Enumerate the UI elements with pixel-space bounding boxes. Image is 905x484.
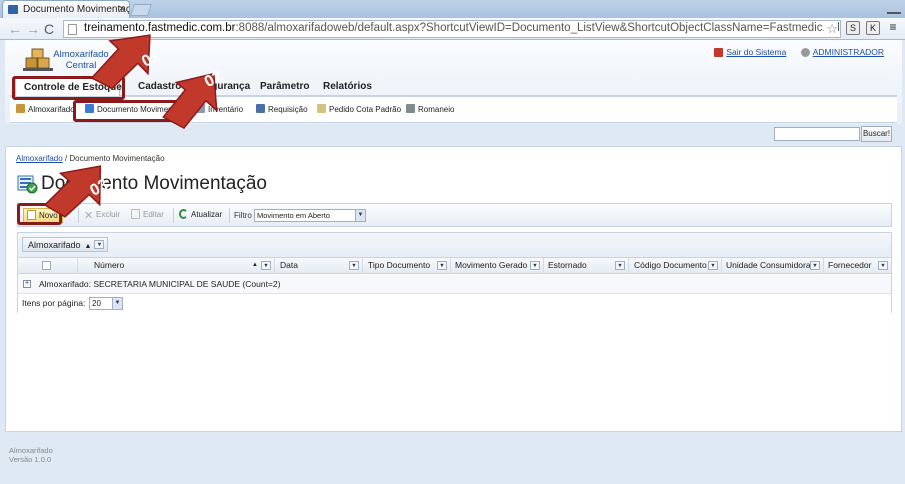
submenu-pedido-cota-padrao[interactable]: Pedido Cota Padrão — [317, 104, 401, 114]
refresh-button[interactable]: Atualizar — [179, 208, 222, 223]
logout-link[interactable]: Sair do Sistema — [726, 47, 786, 57]
boxes-icon — [16, 104, 25, 113]
group-by-panel: Almoxarifado ▲ ▼ — [18, 233, 891, 258]
column-numero[interactable]: Número ▲ ▼ — [78, 258, 275, 274]
column-label: Estornado — [548, 260, 587, 270]
search-button[interactable]: Buscar! — [861, 126, 892, 142]
column-fornecedor[interactable]: Fornecedor ▼ — [824, 258, 891, 274]
documents-grid: Almoxarifado ▲ ▼ Número ▲ ▼ Data ▼ Tipo Do… — [17, 232, 892, 313]
refresh-button-label: Atualizar — [191, 210, 223, 219]
chevron-down-icon: ▼ — [112, 298, 122, 309]
submenu-almoxarifado[interactable]: Almoxarifado — [16, 104, 75, 114]
submenu-label: Almoxarifado — [28, 105, 75, 114]
column-movimento-gerado[interactable]: Movimento Gerado ▼ — [451, 258, 544, 274]
shipping-icon — [406, 104, 415, 113]
footer-app-name: Almoxarifado — [9, 446, 53, 455]
forward-arrow-icon[interactable]: → — [26, 21, 40, 37]
chevron-down-icon[interactable]: ▼ — [708, 261, 718, 270]
action-toolbar: Novo ▼ ✕Excluir Editar Atualizar Filtro … — [17, 203, 892, 227]
extension-icon[interactable]: S — [846, 21, 860, 35]
refresh-icon — [179, 209, 188, 219]
page-icon — [68, 24, 77, 35]
submenu-label: Pedido Cota Padrão — [329, 105, 402, 114]
document-movement-icon — [17, 175, 38, 194]
page-size-value: 20 — [92, 299, 101, 308]
sort-ascending-icon: ▲ — [84, 243, 92, 250]
chevron-down-icon[interactable]: ▼ — [94, 240, 105, 249]
column-label: Unidade Consumidora — [726, 260, 811, 270]
exit-icon — [714, 48, 724, 58]
annotation-arrow-03: 03 — [46, 165, 111, 218]
minimize-window-button[interactable] — [887, 2, 901, 14]
group-row[interactable]: + Almoxarifado: SECRETARIA MUNICIPAL DE … — [18, 275, 891, 294]
select-all-column — [18, 258, 78, 274]
order-icon — [317, 104, 326, 113]
toolbar-separator-2 — [173, 208, 174, 223]
menu-icon[interactable]: ≡ — [886, 21, 900, 35]
footer: Almoxarifado Versão 1.0.0 — [9, 446, 53, 464]
warehouse-boxes-icon — [23, 48, 53, 71]
user-icon — [800, 48, 810, 58]
annotation-arrow-02: 02 — [162, 68, 226, 129]
chevron-down-icon[interactable]: ▼ — [349, 261, 359, 270]
submenu-requisicao[interactable]: Requisição — [256, 104, 308, 114]
chevron-down-icon[interactable]: ▼ — [437, 261, 447, 270]
submenu-label: Romaneio — [418, 105, 455, 114]
chevron-down-icon[interactable]: ▼ — [810, 261, 820, 270]
column-label: Data — [280, 260, 298, 270]
pager: Itens por página: 20 ▼ — [18, 294, 891, 313]
reload-icon[interactable]: C — [44, 21, 54, 37]
column-label: Tipo Documento — [368, 260, 431, 270]
column-label: Fornecedor — [828, 260, 872, 270]
submenu-label: Requisição — [268, 105, 308, 114]
chevron-down-icon[interactable]: ▼ — [261, 261, 271, 270]
column-data[interactable]: Data ▼ — [275, 258, 363, 274]
top-links: Sair do Sistema ADMINISTRADOR — [714, 47, 884, 58]
column-estornado[interactable]: Estornado ▼ — [544, 258, 629, 274]
edit-button-label: Editar — [143, 210, 164, 219]
search-input[interactable] — [774, 127, 860, 141]
page-size-label: Itens por página: — [22, 298, 86, 308]
chevron-down-icon[interactable]: ▼ — [530, 261, 540, 270]
column-label: Movimento Gerado — [455, 260, 528, 270]
group-row-label: Almoxarifado: SECRETARIA MUNICIPAL DE SA… — [39, 279, 281, 289]
filter-label: Filtro — [234, 211, 252, 220]
extension-icon-2[interactable]: K — [866, 21, 880, 35]
column-codigo-documento[interactable]: Código Documento ▼ — [629, 258, 722, 274]
chevron-down-icon[interactable]: ▼ — [615, 261, 625, 270]
url-path: :8088/almoxarifadoweb/default.aspx?Short… — [235, 22, 840, 34]
bookmark-star-icon[interactable]: ☆ — [824, 21, 838, 37]
select-all-checkbox[interactable] — [42, 261, 51, 270]
back-arrow-icon[interactable]: ← — [8, 21, 22, 37]
column-label: Código Documento — [634, 260, 707, 270]
grid-header-row: Número ▲ ▼ Data ▼ Tipo Documento ▼ Movimen… — [18, 258, 891, 274]
page-favicon-icon — [8, 5, 18, 14]
submenu-romaneio[interactable]: Romaneio — [406, 104, 454, 114]
expand-plus-icon[interactable]: + — [23, 280, 31, 288]
footer-version: Versão 1.0.0 — [9, 455, 52, 464]
tab-parametro[interactable]: Parâmetro — [252, 78, 317, 96]
chevron-down-icon[interactable]: ▼ — [878, 261, 888, 270]
chevron-down-icon: ▼ — [355, 210, 365, 221]
group-by-chip[interactable]: Almoxarifado ▲ ▼ — [22, 237, 109, 252]
toolbar-separator-3 — [229, 208, 230, 223]
filter-value: Movimento em Aberto — [257, 211, 330, 220]
tab-relatorios[interactable]: Relatórios — [315, 78, 380, 96]
group-by-label: Almoxarifado — [28, 240, 81, 250]
user-link[interactable]: ADMINISTRADOR — [813, 47, 884, 57]
page-size-select[interactable]: 20 ▼ — [89, 297, 123, 310]
filter-select[interactable]: Movimento em Aberto ▼ — [254, 209, 366, 222]
column-tipo-documento[interactable]: Tipo Documento ▼ — [363, 258, 451, 274]
column-unidade-consumidora[interactable]: Unidade Consumidora ▼ — [722, 258, 824, 274]
column-label: Número — [94, 260, 125, 270]
sort-ascending-icon: ▲ — [252, 262, 258, 268]
